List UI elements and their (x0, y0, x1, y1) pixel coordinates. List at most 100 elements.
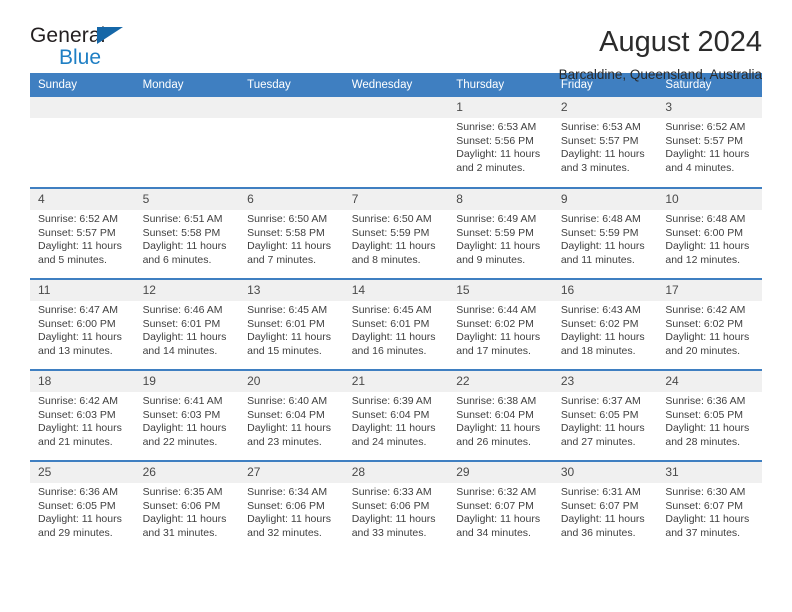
day-details: Sunrise: 6:36 AM Sunset: 6:05 PM Daylight:… (30, 483, 135, 540)
day-details: Sunrise: 6:40 AM Sunset: 6:04 PM Daylight:… (239, 392, 344, 449)
title-block: August 2024 Barcaldine, Queensland, Aust… (559, 24, 762, 84)
calendar-day-cell[interactable]: 6 Sunrise: 6:50 AM Sunset: 5:58 PM Daylight… (239, 187, 344, 279)
day-number: 5 (134, 189, 240, 210)
daylight-text: Daylight: 11 hours and 33 minutes. (351, 513, 436, 539)
calendar-day-cell[interactable]: 16 Sunrise: 6:43 AM Sunset: 6:02 PM Dayligh… (552, 278, 658, 370)
calendar-day-cell[interactable]: 26 Sunrise: 6:35 AM Sunset: 6:06 PM Dayligh… (134, 460, 240, 552)
daylight-text: Daylight: 11 hours and 31 minutes. (142, 513, 227, 539)
calendar-day-cell[interactable]: 24 Sunrise: 6:36 AM Sunset: 6:05 PM Dayligh… (657, 369, 762, 461)
day-details: Sunrise: 6:46 AM Sunset: 6:01 PM Daylight:… (135, 301, 240, 358)
sunset-text: Sunset: 6:06 PM (247, 499, 325, 512)
daylight-text: Daylight: 11 hours and 8 minutes. (351, 240, 436, 266)
sunrise-text: Sunrise: 6:37 AM (560, 395, 641, 407)
sunset-text: Sunset: 6:04 PM (351, 408, 430, 421)
sunset-text: Sunset: 6:01 PM (351, 317, 430, 330)
calendar-day-cell[interactable]: 17 Sunrise: 6:42 AM Sunset: 6:02 PM Dayligh… (657, 278, 762, 370)
day-details: Sunrise: 6:48 AM Sunset: 6:00 PM Daylight:… (657, 210, 762, 267)
calendar-page: General Blue August 2024 Barcaldine, Que… (0, 0, 792, 612)
day-number: 7 (343, 189, 449, 210)
sunset-text: Sunset: 6:06 PM (142, 499, 221, 512)
calendar-day-cell[interactable]: 4 Sunrise: 6:52 AM Sunset: 5:57 PM Daylight… (30, 187, 135, 279)
calendar-day-cell[interactable]: 5 Sunrise: 6:51 AM Sunset: 5:58 PM Daylight… (134, 187, 240, 279)
daylight-text: Daylight: 11 hours and 26 minutes. (456, 422, 541, 448)
sunset-text: Sunset: 5:59 PM (456, 226, 534, 239)
calendar-day-cell[interactable]: 10 Sunrise: 6:48 AM Sunset: 6:00 PM Dayligh… (657, 187, 762, 279)
sunset-text: Sunset: 5:58 PM (142, 226, 221, 239)
flag-triangle-icon (97, 27, 123, 44)
sunrise-text: Sunrise: 6:43 AM (560, 304, 641, 316)
day-number (239, 97, 344, 118)
day-number: 28 (343, 462, 449, 483)
sunrise-text: Sunrise: 6:44 AM (456, 304, 537, 316)
day-number: 17 (657, 280, 762, 301)
calendar-day-cell[interactable]: 29 Sunrise: 6:32 AM Sunset: 6:07 PM Dayligh… (448, 460, 553, 552)
sunrise-text: Sunrise: 6:45 AM (351, 304, 432, 316)
day-number: 3 (657, 97, 762, 118)
sunset-text: Sunset: 5:59 PM (351, 226, 430, 239)
sunrise-text: Sunrise: 6:46 AM (142, 304, 223, 316)
sunset-text: Sunset: 6:04 PM (247, 408, 325, 421)
calendar-day-cell[interactable]: 3 Sunrise: 6:52 AM Sunset: 5:57 PM Daylight… (657, 97, 762, 188)
day-number: 19 (134, 371, 240, 392)
daylight-text: Daylight: 11 hours and 32 minutes. (247, 513, 331, 539)
calendar-day-cell[interactable]: 19 Sunrise: 6:41 AM Sunset: 6:03 PM Dayligh… (134, 369, 240, 461)
calendar-week-row: 1 Sunrise: 6:53 AM Sunset: 5:56 PM Daylight… (30, 97, 762, 188)
daylight-text: Daylight: 11 hours and 15 minutes. (247, 331, 331, 357)
calendar-day-cell[interactable]: 22 Sunrise: 6:38 AM Sunset: 6:04 PM Dayligh… (448, 369, 553, 461)
day-number: 2 (552, 97, 658, 118)
sunrise-text: Sunrise: 6:35 AM (142, 486, 223, 498)
sunset-text: Sunset: 6:02 PM (560, 317, 639, 330)
calendar-day-cell[interactable]: 7 Sunrise: 6:50 AM Sunset: 5:59 PM Daylight… (343, 187, 449, 279)
calendar-day-cell[interactable]: 25 Sunrise: 6:36 AM Sunset: 6:05 PM Dayligh… (30, 460, 135, 552)
daylight-text: Daylight: 11 hours and 11 minutes. (560, 240, 645, 266)
calendar-day-cell[interactable]: 9 Sunrise: 6:48 AM Sunset: 5:59 PM Daylight… (552, 187, 658, 279)
calendar-day-cell[interactable]: 14 Sunrise: 6:45 AM Sunset: 6:01 PM Dayligh… (343, 278, 449, 370)
daylight-text: Daylight: 11 hours and 6 minutes. (142, 240, 227, 266)
calendar-day-cell[interactable]: 8 Sunrise: 6:49 AM Sunset: 5:59 PM Daylight… (448, 187, 553, 279)
sunset-text: Sunset: 6:01 PM (142, 317, 221, 330)
calendar-cell-empty (30, 97, 135, 188)
day-number: 8 (448, 189, 553, 210)
calendar-week-row: 4 Sunrise: 6:52 AM Sunset: 5:57 PM Daylight… (30, 187, 762, 279)
sunrise-text: Sunrise: 6:47 AM (38, 304, 118, 316)
calendar-day-cell[interactable]: 2 Sunrise: 6:53 AM Sunset: 5:57 PM Daylight… (552, 97, 658, 188)
daylight-text: Daylight: 11 hours and 3 minutes. (560, 148, 645, 174)
sunrise-text: Sunrise: 6:30 AM (665, 486, 746, 498)
day-number: 11 (30, 280, 135, 301)
calendar-day-cell[interactable]: 18 Sunrise: 6:42 AM Sunset: 6:03 PM Dayligh… (30, 369, 135, 461)
sunrise-text: Sunrise: 6:53 AM (456, 121, 537, 133)
weekday-header-monday: Monday (134, 73, 240, 97)
calendar-day-cell[interactable]: 23 Sunrise: 6:37 AM Sunset: 6:05 PM Dayligh… (552, 369, 658, 461)
weekday-header-thursday: Thursday (448, 73, 553, 97)
weekday-header-sunday: Sunday (30, 73, 135, 97)
daylight-text: Daylight: 11 hours and 4 minutes. (665, 148, 750, 174)
calendar-day-cell[interactable]: 28 Sunrise: 6:33 AM Sunset: 6:06 PM Dayligh… (343, 460, 449, 552)
sunset-text: Sunset: 6:05 PM (665, 408, 744, 421)
sunset-text: Sunset: 6:03 PM (38, 408, 116, 421)
day-number: 23 (552, 371, 658, 392)
calendar-day-cell[interactable]: 21 Sunrise: 6:39 AM Sunset: 6:04 PM Dayligh… (343, 369, 449, 461)
day-number: 27 (239, 462, 344, 483)
day-details: Sunrise: 6:37 AM Sunset: 6:05 PM Daylight:… (553, 392, 658, 449)
calendar-day-cell[interactable]: 31 Sunrise: 6:30 AM Sunset: 6:07 PM Dayligh… (657, 460, 762, 552)
calendar-day-cell[interactable]: 13 Sunrise: 6:45 AM Sunset: 6:01 PM Dayligh… (239, 278, 344, 370)
day-number (343, 97, 449, 118)
day-number (30, 97, 135, 118)
calendar-day-cell[interactable]: 1 Sunrise: 6:53 AM Sunset: 5:56 PM Daylight… (448, 97, 553, 188)
calendar-day-cell[interactable]: 27 Sunrise: 6:34 AM Sunset: 6:06 PM Dayligh… (239, 460, 344, 552)
day-number: 16 (552, 280, 658, 301)
weekday-header-tuesday: Tuesday (239, 73, 344, 97)
calendar-day-cell[interactable]: 12 Sunrise: 6:46 AM Sunset: 6:01 PM Dayligh… (134, 278, 240, 370)
day-number: 20 (239, 371, 344, 392)
daylight-text: Daylight: 11 hours and 24 minutes. (351, 422, 436, 448)
day-details: Sunrise: 6:33 AM Sunset: 6:06 PM Daylight:… (344, 483, 449, 540)
daylight-text: Daylight: 11 hours and 13 minutes. (38, 331, 122, 357)
sunset-text: Sunset: 5:59 PM (560, 226, 639, 239)
calendar-day-cell[interactable]: 15 Sunrise: 6:44 AM Sunset: 6:02 PM Dayligh… (448, 278, 553, 370)
calendar-day-cell[interactable]: 30 Sunrise: 6:31 AM Sunset: 6:07 PM Dayligh… (552, 460, 658, 552)
day-details: Sunrise: 6:50 AM Sunset: 5:59 PM Daylight:… (344, 210, 449, 267)
calendar-day-cell[interactable]: 11 Sunrise: 6:47 AM Sunset: 6:00 PM Dayligh… (30, 278, 135, 370)
calendar-week-row: 11 Sunrise: 6:47 AM Sunset: 6:00 PM Dayligh… (30, 278, 762, 370)
calendar-day-cell[interactable]: 20 Sunrise: 6:40 AM Sunset: 6:04 PM Dayligh… (239, 369, 344, 461)
logo-general-blue[interactable]: General Blue (30, 24, 160, 68)
